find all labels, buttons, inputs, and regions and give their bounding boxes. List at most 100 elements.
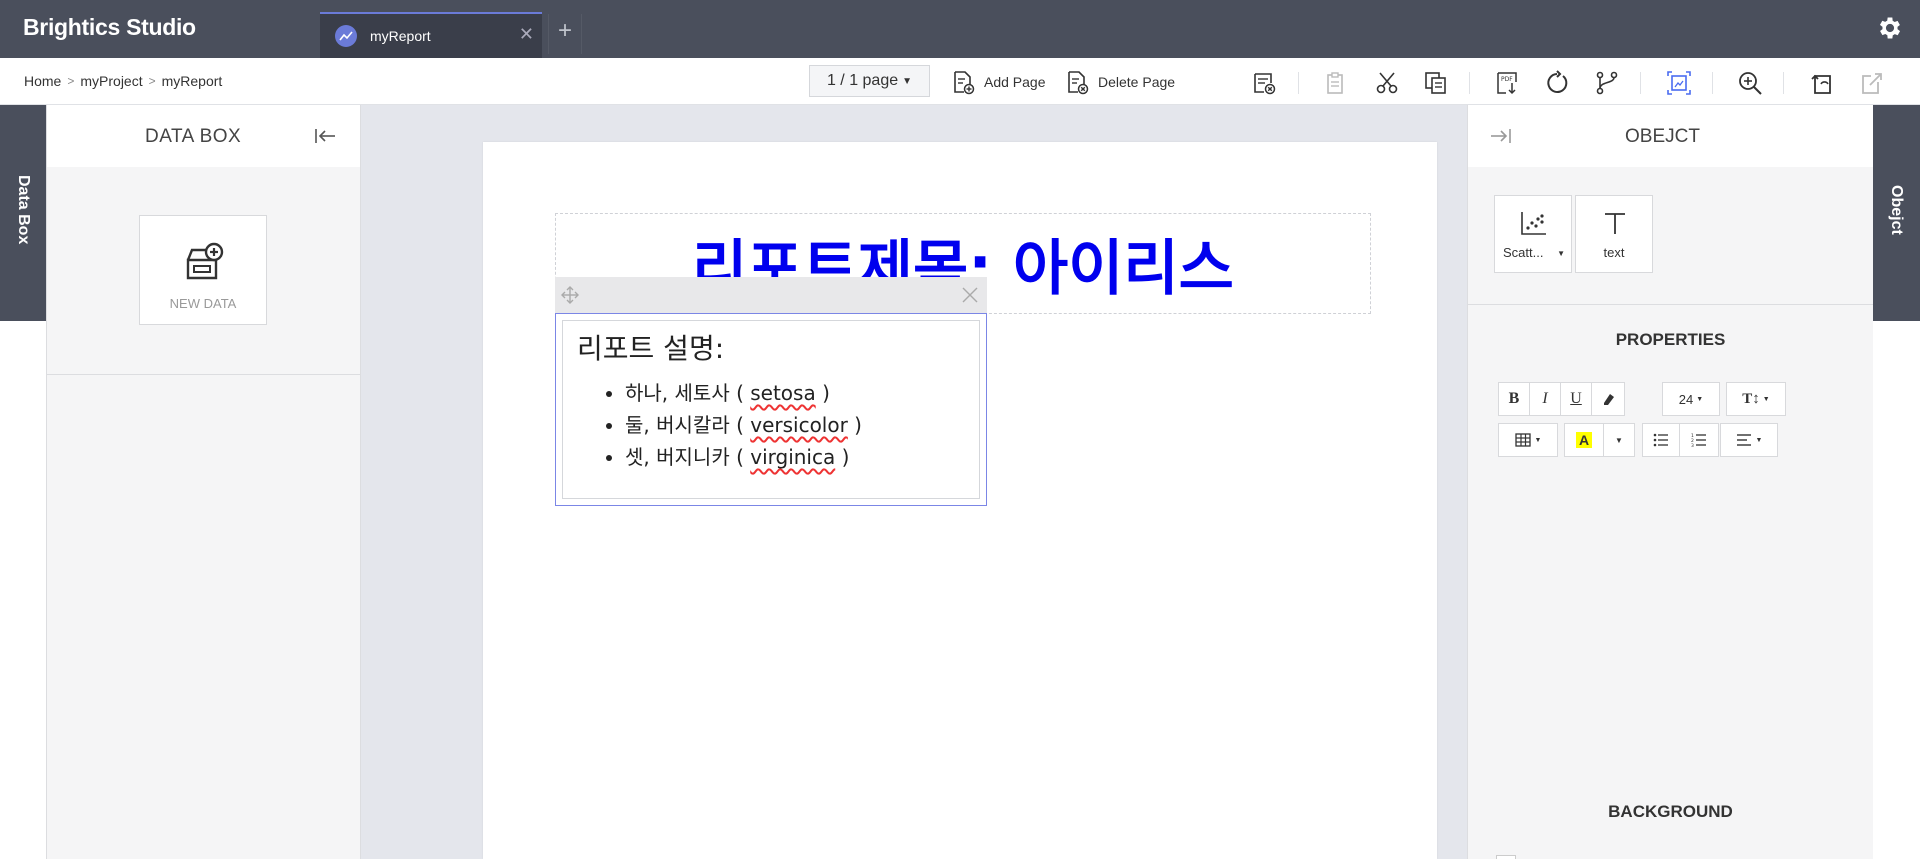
highlight-color-button[interactable]: A	[1564, 423, 1604, 457]
align-select[interactable]: ▼	[1720, 423, 1778, 457]
fit-to-page-icon[interactable]	[1666, 70, 1692, 96]
eraser-icon	[1604, 394, 1614, 405]
data-box-panel: DATA BOX NEW DATA	[46, 105, 361, 859]
text-object-label: text	[1603, 245, 1625, 260]
undo-icon[interactable]	[1809, 70, 1835, 96]
page-select-value: 1 / 1 page	[826, 72, 899, 89]
redo-icon[interactable]	[1858, 70, 1884, 96]
list-item: 하나, 세토사 ( setosa )	[625, 377, 965, 409]
move-icon[interactable]	[561, 286, 579, 304]
delete-page-button[interactable]: Delete Page	[1064, 67, 1175, 97]
scatter-object-button[interactable]: Scatt... ▼	[1494, 195, 1572, 273]
font-size-select[interactable]: 24 ▼	[1662, 382, 1720, 416]
breadcrumb: Home > myProject > myReport	[24, 73, 222, 89]
background-checkbox[interactable]	[1496, 855, 1516, 859]
toolbar: Home > myProject > myReport 1 / 1 page ▼…	[0, 58, 1920, 105]
collapse-left-icon[interactable]	[314, 127, 336, 145]
close-icon[interactable]: ✕	[519, 24, 534, 45]
object-strip-label: Obejct	[1888, 185, 1905, 235]
underline-button[interactable]: U	[1560, 382, 1592, 416]
breadcrumb-home[interactable]: Home	[24, 73, 61, 89]
bold-button[interactable]: B	[1498, 382, 1530, 416]
breadcrumb-report[interactable]: myReport	[162, 73, 223, 89]
data-box-area: NEW DATA	[47, 167, 360, 375]
text-icon	[1605, 213, 1625, 234]
scissors-icon[interactable]	[1374, 70, 1400, 96]
tab-myreport[interactable]: myReport ✕	[320, 12, 542, 58]
caret-down-icon: ▼	[902, 75, 913, 87]
gear-icon[interactable]	[1876, 14, 1904, 42]
object-palette: Scatt... ▼ text	[1468, 167, 1873, 305]
svg-text:3: 3	[1691, 443, 1694, 447]
toolbar-divider	[1469, 72, 1470, 94]
data-box-strip[interactable]: Data Box	[0, 105, 46, 321]
caret-down-icon: ▼	[1696, 395, 1704, 403]
list-item: 셋, 버지니카 ( virginica )	[625, 441, 965, 473]
data-box-strip-label: Data Box	[15, 175, 32, 245]
highlight-color-dropdown[interactable]: ▼	[1603, 423, 1635, 457]
refresh-icon[interactable]	[1544, 70, 1570, 96]
report-page[interactable]: 리포트제목: 아이리스 리포트 설명: 하나, 세토사 ( setosa ) 둘…	[483, 142, 1437, 859]
bullet-list-button[interactable]	[1642, 423, 1680, 457]
numbered-list-icon: 123	[1691, 433, 1706, 447]
object-handle-bar[interactable]	[555, 277, 987, 313]
scatter-icon	[1521, 212, 1546, 235]
new-data-button[interactable]: NEW DATA	[139, 215, 267, 325]
collapse-right-icon[interactable]	[1490, 127, 1512, 145]
new-data-icon	[186, 242, 224, 280]
highlight-icon: A	[1575, 432, 1593, 448]
toolbar-divider	[1712, 72, 1713, 94]
zoom-in-icon[interactable]	[1737, 70, 1763, 96]
chevron-right-icon: >	[148, 74, 156, 88]
text-height-select[interactable]: T↕ ▼	[1726, 382, 1786, 416]
caret-down-icon[interactable]: ▼	[1557, 249, 1565, 258]
object-title: OBEJCT	[1625, 126, 1700, 147]
object-panel: OBEJCT Scatt... ▼ text PROPERTIES B I U …	[1467, 105, 1873, 859]
chart-icon	[335, 25, 357, 47]
text-object-button[interactable]: text	[1575, 195, 1653, 273]
text-height-icon: T↕	[1742, 390, 1760, 407]
delete-object-icon[interactable]	[1251, 70, 1277, 96]
description-heading: 리포트 설명:	[577, 332, 725, 365]
add-tab-button[interactable]: +	[548, 14, 582, 54]
properties-title: PROPERTIES	[1615, 330, 1726, 349]
report-canvas: 리포트제목: 아이리스 리포트 설명: 하나, 세토사 ( setosa ) 둘…	[361, 105, 1467, 859]
data-box-title: DATA BOX	[145, 126, 242, 147]
copy-icon[interactable]	[1423, 70, 1449, 96]
text-object[interactable]: 리포트 설명: 하나, 세토사 ( setosa ) 둘, 버시칼라 ( ver…	[555, 277, 987, 506]
add-page-button[interactable]: Add Page	[950, 67, 1046, 97]
paste-icon[interactable]	[1323, 70, 1349, 96]
add-page-label: Add Page	[984, 74, 1046, 90]
delete-page-label: Delete Page	[1098, 74, 1176, 90]
new-data-label: NEW DATA	[169, 296, 237, 311]
description-list: 하나, 세토사 ( setosa ) 둘, 버시칼라 ( versicolor …	[577, 377, 965, 473]
delete-page-icon	[1068, 71, 1089, 95]
toolbar-divider	[1298, 72, 1299, 94]
text-editor[interactable]: 리포트 설명: 하나, 세토사 ( setosa ) 둘, 버시칼라 ( ver…	[562, 320, 980, 499]
svg-text:PDF: PDF	[1501, 76, 1513, 83]
breadcrumb-project[interactable]: myProject	[80, 73, 142, 89]
pdf-export-icon[interactable]: PDF	[1494, 70, 1520, 96]
app-logo: Brightics Studio	[23, 14, 196, 40]
table-select[interactable]: ▼	[1498, 423, 1558, 457]
font-size-value: 24	[1678, 391, 1694, 407]
caret-down-icon: ▼	[1534, 436, 1542, 444]
eraser-button[interactable]	[1591, 382, 1625, 416]
top-bar: Brightics Studio myReport ✕ +	[0, 0, 1920, 58]
branch-icon[interactable]	[1594, 70, 1620, 96]
table-icon	[1514, 433, 1531, 447]
align-left-icon	[1736, 434, 1751, 446]
toolbar-divider	[1783, 72, 1784, 94]
numbered-list-button[interactable]: 123	[1679, 423, 1719, 457]
caret-down-icon: ▼	[1615, 435, 1623, 445]
caret-down-icon: ▼	[1755, 436, 1763, 444]
data-box-header: DATA BOX	[47, 105, 360, 167]
tab-label: myReport	[370, 28, 431, 44]
page-select[interactable]: 1 / 1 page ▼	[809, 65, 930, 97]
list-item: 둘, 버시칼라 ( versicolor )	[625, 409, 965, 441]
close-icon[interactable]	[961, 286, 979, 304]
italic-button[interactable]: I	[1529, 382, 1561, 416]
object-strip[interactable]: Obejct	[1873, 105, 1920, 321]
bullet-list-icon	[1653, 433, 1668, 447]
text-object-body[interactable]: 리포트 설명: 하나, 세토사 ( setosa ) 둘, 버시칼라 ( ver…	[555, 313, 987, 506]
